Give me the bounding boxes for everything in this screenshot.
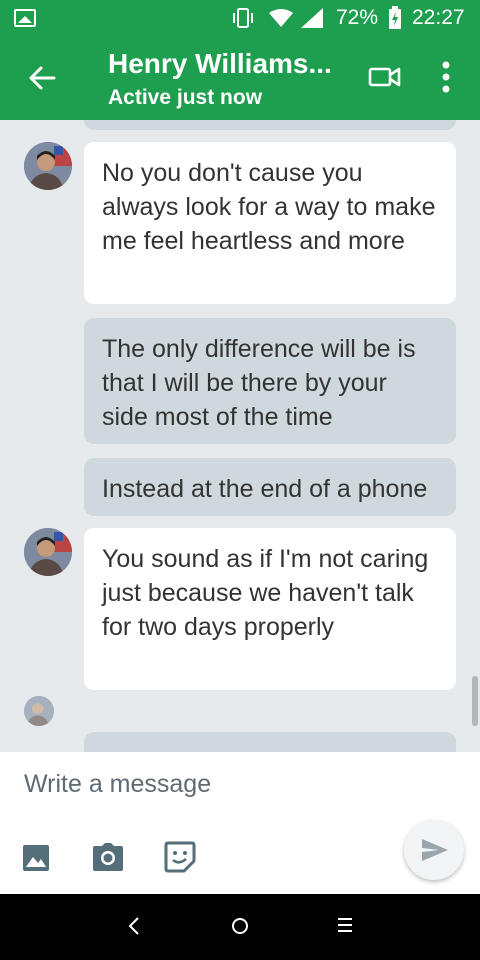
contact-avatar[interactable] xyxy=(24,142,72,190)
contact-status: Active just now xyxy=(108,86,263,109)
clock: 22:27 xyxy=(412,6,465,29)
status-bar: 72% 22:27 xyxy=(0,0,480,36)
message-bubble-outgoing[interactable]: The only difference will be is that I wi… xyxy=(84,318,456,444)
signal-icon xyxy=(301,8,323,28)
app-bar: Henry Williams... Active just now xyxy=(0,36,480,120)
battery-percent: 72% xyxy=(336,6,379,29)
nav-back-icon[interactable] xyxy=(124,914,144,938)
contact-avatar[interactable] xyxy=(24,528,72,576)
message-bubble-incoming[interactable]: You sound as if I'm not caring just beca… xyxy=(84,528,456,690)
battery-charging-icon xyxy=(389,6,401,29)
contact-avatar-small xyxy=(24,696,54,726)
back-arrow-icon[interactable] xyxy=(26,62,58,94)
system-nav-bar xyxy=(0,894,480,960)
message-bubble-partial xyxy=(84,120,456,130)
compose-area xyxy=(0,752,480,894)
scrollbar-thumb[interactable] xyxy=(472,676,478,726)
video-call-icon[interactable] xyxy=(368,62,402,92)
avatar-photo-icon xyxy=(24,696,54,726)
camera-icon[interactable] xyxy=(92,842,124,872)
image-icon[interactable] xyxy=(22,844,50,872)
avatar-photo-icon xyxy=(24,142,72,190)
message-bubble-incoming[interactable]: No you don't cause you always look for a… xyxy=(84,142,456,304)
vibrate-icon xyxy=(233,8,253,28)
contact-name[interactable]: Henry Williams... xyxy=(108,48,348,80)
send-button[interactable] xyxy=(404,820,464,880)
more-vert-icon[interactable] xyxy=(436,60,456,94)
message-bubble-outgoing[interactable]: Instead at the end of a phone xyxy=(84,458,456,516)
message-bubble-partial xyxy=(84,732,456,752)
gallery-icon xyxy=(14,9,36,27)
message-list[interactable]: No you don't cause you always look for a… xyxy=(0,120,480,752)
send-icon xyxy=(422,839,448,861)
nav-home-icon[interactable] xyxy=(230,916,250,936)
message-input[interactable] xyxy=(24,770,424,799)
wifi-icon xyxy=(269,9,293,27)
sticker-icon[interactable] xyxy=(164,841,196,873)
nav-recents-icon[interactable] xyxy=(336,916,354,934)
avatar-photo-icon xyxy=(24,528,72,576)
